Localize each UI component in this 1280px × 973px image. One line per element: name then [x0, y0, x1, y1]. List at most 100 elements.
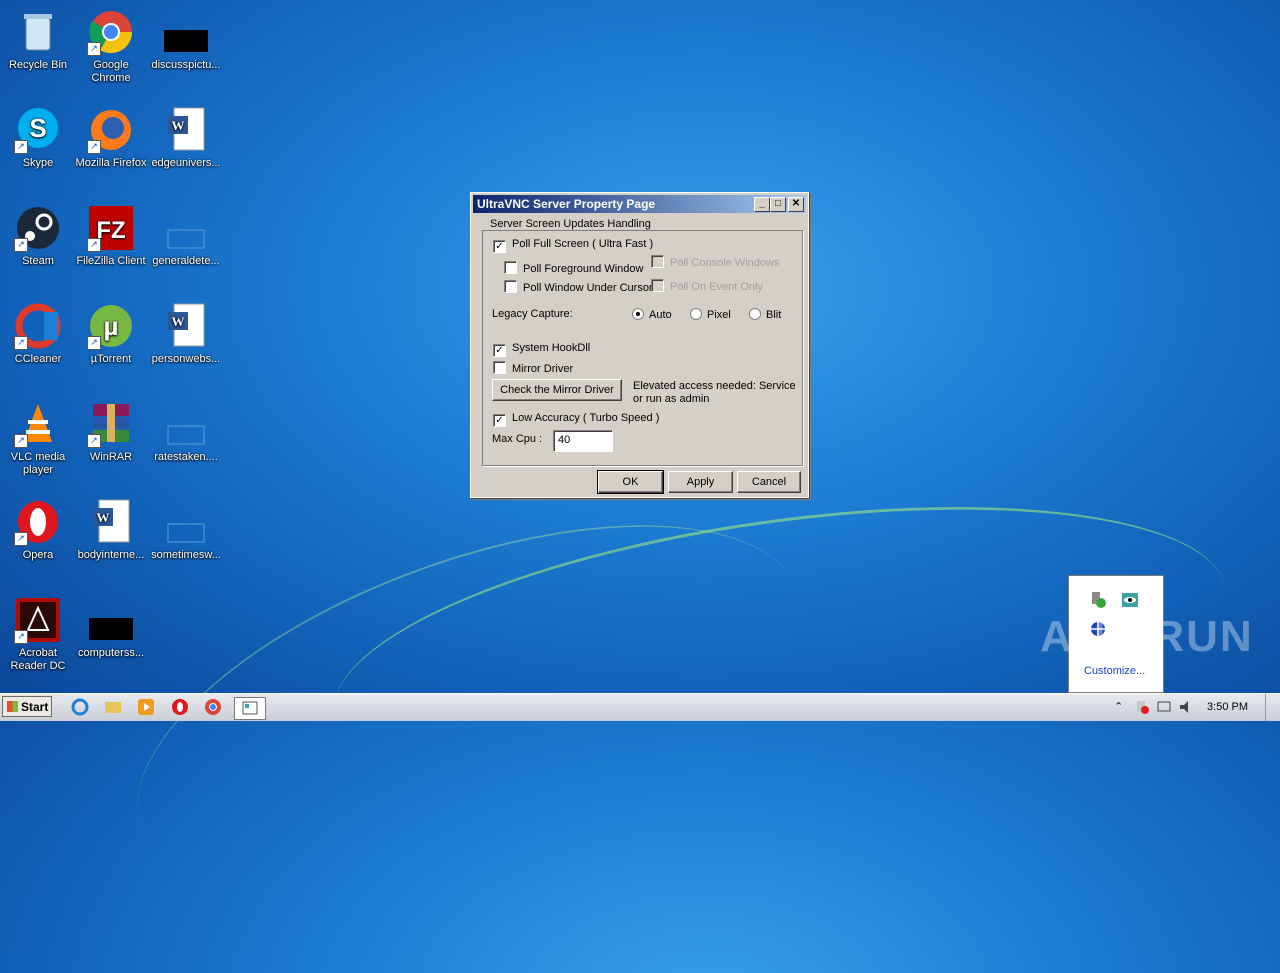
ultravnc-eye-icon[interactable]	[1121, 591, 1139, 614]
poll-foreground-checkbox[interactable]: Poll Foreground Window	[504, 261, 643, 275]
svg-text:W: W	[97, 510, 110, 525]
desktop-icon-recycle-bin[interactable]: Recycle Bin	[0, 8, 76, 72]
desktop-icon-label: WinRAR	[89, 451, 133, 463]
ok-button[interactable]: OK	[597, 470, 664, 494]
file-thumbnail-icon	[87, 596, 135, 644]
ccleaner-icon: ↗	[14, 302, 62, 350]
shortcut-arrow-icon: ↗	[14, 630, 28, 644]
vlc-cone-icon: ↗	[14, 400, 62, 448]
network-icon[interactable]	[1156, 699, 1172, 720]
steam-icon: ↗	[14, 204, 62, 252]
poll-on-event-checkbox[interactable]: Poll On Event Only	[651, 279, 763, 293]
minimize-icon[interactable]: _	[754, 197, 770, 212]
checkbox-checked-icon: ✓	[493, 240, 506, 253]
desktop-icon-acrobat[interactable]: ↗ Acrobat Reader DC	[0, 596, 76, 673]
radio-icon	[749, 308, 761, 320]
svg-text:µ: µ	[104, 311, 119, 341]
desktop-icon-computerss[interactable]: computerss...	[73, 596, 149, 660]
check-mirror-driver-button[interactable]: Check the Mirror Driver	[492, 379, 622, 401]
start-button[interactable]: Start	[2, 696, 52, 717]
file-thumbnail-icon	[162, 400, 210, 448]
acrobat-icon: ↗	[14, 596, 62, 644]
shortcut-arrow-icon: ↗	[87, 336, 101, 350]
desktop-icon-bodyinterne[interactable]: W bodyinterne...	[73, 498, 149, 562]
dialog-titlebar[interactable]: UltraVNC Server Property Page _ □ ✕	[473, 195, 806, 213]
desktop-icon-label: Google Chrome	[91, 59, 131, 84]
windows-flag-icon	[7, 701, 18, 712]
system-hookdll-checkbox[interactable]: ✓ System HookDll	[493, 342, 590, 357]
poll-under-cursor-checkbox[interactable]: Poll Window Under Cursor	[504, 280, 653, 294]
ultravnc-taskbar-button[interactable]	[234, 697, 266, 720]
close-icon[interactable]: ✕	[788, 197, 804, 212]
radio-selected-icon	[632, 308, 644, 320]
desktop-icon-utorrent[interactable]: µ ↗ µTorrent	[73, 302, 149, 366]
checkbox-disabled-icon	[651, 255, 664, 268]
maximize-icon[interactable]: □	[770, 197, 786, 212]
desktop-icon-vlc[interactable]: ↗ VLC media player	[0, 400, 76, 477]
desktop-icon-opera[interactable]: ↗ Opera	[0, 498, 76, 562]
desktop-icon-mozilla-firefox[interactable]: ↗ Mozilla Firefox	[73, 106, 149, 170]
show-desktop-button[interactable]	[1265, 694, 1280, 721]
desktop-icon-discusspictu[interactable]: discusspictu...	[148, 8, 224, 72]
media-player-icon[interactable]	[136, 697, 158, 717]
file-thumbnail-icon	[162, 498, 210, 546]
security-check-icon[interactable]	[1089, 591, 1107, 614]
shortcut-arrow-icon: ↗	[14, 140, 28, 154]
poll-console-checkbox[interactable]: Poll Console Windows Only	[651, 255, 791, 269]
desktop-icon-label: computerss...	[77, 647, 145, 659]
checkbox-checked-icon: ✓	[493, 344, 506, 357]
chrome-taskbar-icon[interactable]	[203, 697, 225, 717]
desktop-icon-label: bodyinterne...	[77, 549, 145, 561]
recycle-bin-icon	[14, 8, 62, 56]
winrar-icon: ↗	[87, 400, 135, 448]
desktop-icon-sometimesw[interactable]: sometimesw...	[148, 498, 224, 562]
desktop-icon-personwebs[interactable]: W personwebs...	[148, 302, 224, 366]
action-center-flag-icon[interactable]	[1134, 699, 1150, 720]
desktop-icon-google-chrome[interactable]: ↗ Google Chrome	[73, 8, 149, 85]
poll-full-screen-checkbox[interactable]: ✓ Poll Full Screen ( Ultra Fast )	[493, 238, 653, 253]
checkbox-icon	[493, 361, 506, 374]
desktop-icon-label: CCleaner	[14, 353, 62, 365]
desktop-icon-label: Skype	[22, 157, 54, 169]
opera-taskbar-icon[interactable]	[170, 697, 192, 717]
mirror-driver-checkbox[interactable]: Mirror Driver	[493, 361, 573, 375]
desktop-icon-filezilla[interactable]: FZ ↗ FileZilla Client	[73, 204, 149, 268]
max-cpu-input[interactable]: 40	[553, 430, 613, 452]
shortcut-arrow-icon: ↗	[14, 532, 28, 546]
desktop-icon-skype[interactable]: S ↗ Skype	[0, 106, 76, 170]
volume-icon[interactable]	[1178, 699, 1194, 720]
capture-radio-auto[interactable]: Auto	[632, 308, 672, 321]
radio-icon	[690, 308, 702, 320]
desktop-icon-label: VLC media player	[10, 451, 66, 476]
desktop-icon-label: ratestaken....	[154, 451, 218, 463]
desktop-icon-edgeunivers[interactable]: W edgeunivers...	[148, 106, 224, 170]
desktop-icon-steam[interactable]: ↗ Steam	[0, 204, 76, 268]
shortcut-arrow-icon: ↗	[14, 238, 28, 252]
shortcut-arrow-icon: ↗	[87, 434, 101, 448]
low-accuracy-checkbox[interactable]: ✓ Low Accuracy ( Turbo Speed )	[493, 412, 659, 427]
desktop-icon-generaldete[interactable]: generaldete...	[148, 204, 224, 268]
desktop-icon-label: discusspictu...	[151, 59, 221, 71]
customize-link[interactable]: Customize...	[1084, 665, 1145, 677]
taskbar-clock[interactable]: 3:50 PM	[1207, 701, 1248, 713]
capture-radio-blit[interactable]: Blit	[749, 308, 781, 321]
desktop-icon-winrar[interactable]: ↗ WinRAR	[73, 400, 149, 464]
checkbox-disabled-icon	[651, 279, 664, 292]
internet-explorer-icon[interactable]	[70, 697, 92, 717]
svg-text:W: W	[172, 118, 185, 133]
desktop-icon-ccleaner[interactable]: ↗ CCleaner	[0, 302, 76, 366]
ultravnc-dialog: UltraVNC Server Property Page _ □ ✕ Serv…	[470, 192, 809, 498]
word-document-icon: W	[162, 302, 210, 350]
desktop-icon-ratestaken[interactable]: ratestaken....	[148, 400, 224, 464]
file-thumbnail-icon	[162, 204, 210, 252]
explorer-folder-icon[interactable]	[103, 697, 125, 717]
desktop-icon-label: personwebs...	[151, 353, 221, 365]
show-hidden-icons-chevron-icon[interactable]: ⌃	[1114, 700, 1123, 713]
chrome-icon: ↗	[87, 8, 135, 56]
capture-radio-pixel[interactable]: Pixel	[690, 308, 731, 321]
cancel-button[interactable]: Cancel	[737, 471, 801, 493]
desktop-icon-label: Opera	[22, 549, 54, 561]
apply-button[interactable]: Apply	[668, 471, 733, 493]
word-document-icon: W	[87, 498, 135, 546]
dialog-title: UltraVNC Server Property Page	[477, 197, 656, 211]
